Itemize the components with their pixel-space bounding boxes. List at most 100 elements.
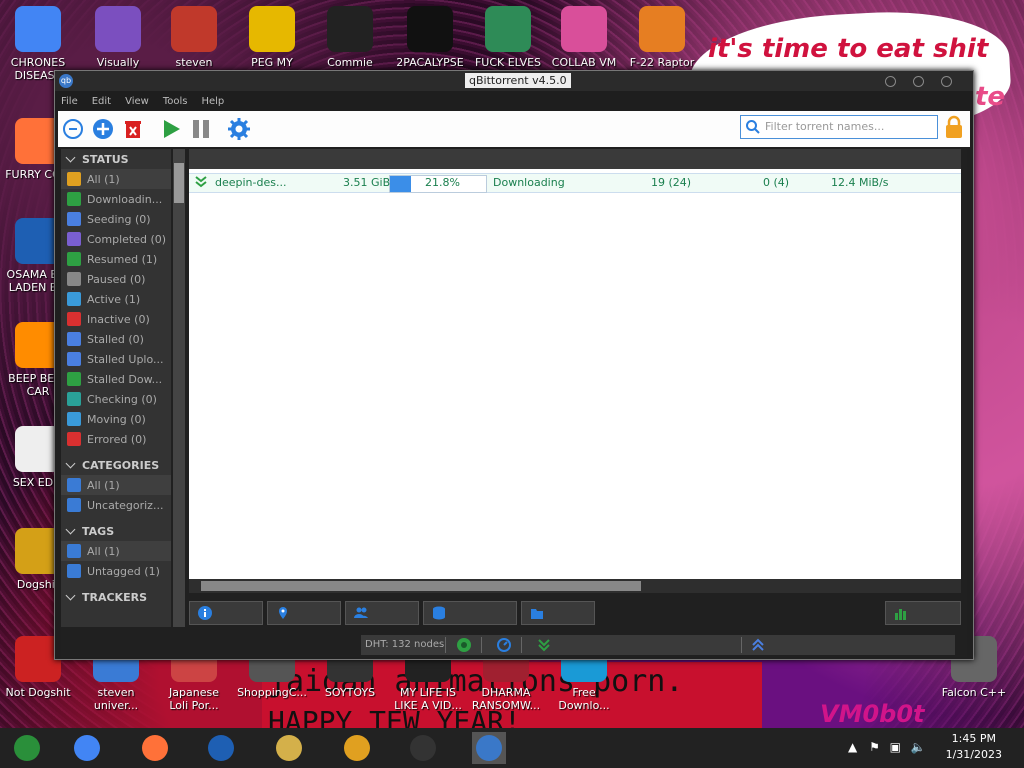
status-filter-item[interactable]: Checking (0) (61, 389, 171, 409)
info-icon (198, 606, 212, 620)
play-icon (67, 252, 81, 266)
hscroll-thumb[interactable] (201, 581, 641, 591)
tab-content[interactable] (521, 601, 595, 625)
volume-icon[interactable]: 🔈 (911, 740, 926, 754)
status-filter-item[interactable]: Paused (0) (61, 269, 171, 289)
status-filter-item[interactable]: Seeding (0) (61, 209, 171, 229)
status-filter-item[interactable]: Active (1) (61, 289, 171, 309)
desktop-icon-label: steven univer... (93, 686, 139, 712)
delete-icon[interactable] (122, 118, 144, 140)
desktop-icon[interactable]: FUCK ELVES (472, 6, 544, 69)
status-filter-item[interactable]: Stalled (0) (61, 329, 171, 349)
torrent-progress-text: 21.8% (425, 176, 460, 189)
close-button[interactable] (941, 76, 952, 87)
desktop-icon[interactable]: Commie (314, 6, 386, 69)
tab-peers[interactable] (345, 601, 419, 625)
status-filter-item[interactable]: All (1) (61, 169, 171, 189)
torrent-row[interactable]: deepin-des... 3.51 GiB 21.8% Downloading 19 … (189, 173, 961, 193)
terminal-icon (410, 735, 436, 761)
category-filter-item[interactable]: Uncategoriz... (61, 495, 171, 515)
speed-limit-icon[interactable] (497, 638, 511, 652)
torrent-filter-input[interactable]: Filter torrent names... (740, 115, 938, 139)
menu-tools[interactable]: Tools (163, 96, 188, 107)
torrent-status: Downloading (493, 176, 565, 189)
gear-icon[interactable] (228, 118, 250, 140)
menu-file[interactable]: File (61, 96, 78, 107)
status-filter-item[interactable]: Resumed (1) (61, 249, 171, 269)
status-filter-item[interactable]: Moving (0) (61, 409, 171, 429)
taskbar-app-button[interactable] (340, 732, 374, 764)
tab-http-sources[interactable] (423, 601, 517, 625)
minimize-button[interactable] (885, 76, 896, 87)
resume-icon[interactable] (160, 118, 182, 140)
tag-icon (67, 564, 81, 578)
peers-icon (354, 607, 368, 618)
desktop-icon-label: ShoppingC... (237, 686, 307, 699)
taskbar-app-button[interactable] (406, 732, 440, 764)
desktop-icon[interactable]: steven (158, 6, 230, 69)
chrome-icon (15, 6, 61, 52)
status-section-header[interactable]: STATUS (61, 149, 171, 169)
maximize-button[interactable] (913, 76, 924, 87)
sidebar-scrollbar[interactable] (173, 149, 185, 627)
qbittorrent-app-icon: qb (59, 74, 73, 88)
torrent-down-speed: 12.4 MiB/s (831, 176, 889, 189)
status-filter-item[interactable]: Stalled Uplo... (61, 349, 171, 369)
categories-section-header[interactable]: CATEGORIES (61, 455, 171, 475)
add-link-icon[interactable] (62, 118, 84, 140)
lock-icon[interactable] (944, 115, 964, 139)
taskbar-app-button[interactable] (138, 732, 172, 764)
clock-date: 1/31/2023 (945, 748, 1002, 761)
taskbar-app-button[interactable] (10, 732, 44, 764)
tag-filter-item[interactable]: Untagged (1) (61, 561, 171, 581)
add-torrent-icon[interactable] (92, 118, 114, 140)
horizontal-scrollbar[interactable] (189, 579, 961, 593)
flag-icon[interactable]: ⚑ (869, 740, 880, 754)
menu-view[interactable]: View (125, 96, 149, 107)
desktop-icon-label: 2PACALYPSE (396, 56, 464, 69)
status-filter-item[interactable]: Inactive (0) (61, 309, 171, 329)
trackers-section-header[interactable]: TRACKERS (61, 587, 171, 607)
inactive-icon (67, 312, 81, 326)
network-icon[interactable]: ▣ (890, 740, 901, 754)
sidebar-scroll-thumb[interactable] (174, 163, 184, 203)
toolbar: Filter torrent names... (58, 111, 970, 147)
status-filter-item[interactable]: Downloadin... (61, 189, 171, 209)
menu-edit[interactable]: Edit (92, 96, 111, 107)
title-bar[interactable]: qb qBittorrent v4.5.0 (55, 71, 973, 91)
tab-speed[interactable] (885, 601, 961, 625)
status-filter-item-label: Stalled Dow... (87, 372, 163, 386)
desktop-icon-label: Commie (327, 56, 373, 69)
status-filter-item[interactable]: Errored (0) (61, 429, 171, 449)
tags-section-header[interactable]: TAGS (61, 521, 171, 541)
terminal-icon (407, 6, 453, 52)
connection-status-icon[interactable] (457, 638, 471, 652)
tab-general[interactable] (189, 601, 263, 625)
chrome-icon (74, 735, 100, 761)
torrent-size: 3.51 GiB (343, 176, 391, 189)
tab-trackers[interactable] (267, 601, 341, 625)
taskbar-app-button[interactable] (70, 732, 104, 764)
desktop-icon[interactable]: COLLAB VM (548, 6, 620, 69)
dht-nodes: DHT: 132 nodes (365, 639, 445, 650)
torrent-list-header[interactable] (189, 149, 961, 169)
desktop-icon[interactable]: 2PACALYPSE (394, 6, 466, 69)
desktop-icon[interactable]: F-22 Raptor (626, 6, 698, 69)
status-filter-item[interactable]: Completed (0) (61, 229, 171, 249)
desktop-icon[interactable]: Visually (82, 6, 154, 69)
taskbar-app-button[interactable] (472, 732, 506, 764)
status-filter-item[interactable]: Stalled Dow... (61, 369, 171, 389)
menu-help[interactable]: Help (201, 96, 224, 107)
desktop-icon-label: Not Dogshit (5, 686, 71, 699)
taskbar-app-button[interactable] (204, 732, 238, 764)
torrent-seeds: 19 (24) (651, 176, 692, 189)
status-filter-item-label: Moving (0) (87, 412, 146, 426)
pause-icon[interactable] (190, 118, 212, 140)
tag-filter-item[interactable]: All (1) (61, 541, 171, 561)
clock[interactable]: 1:45 PM 1/31/2023 (946, 731, 1002, 763)
category-filter-item[interactable]: All (1) (61, 475, 171, 495)
taskbar-app-button[interactable] (272, 732, 306, 764)
menu-bar: File Edit View Tools Help (55, 91, 973, 111)
chevron-up-icon[interactable]: ▲ (848, 740, 857, 754)
taskbar: ▲ ⚑ ▣ 🔈 1:45 PM 1/31/2023 (0, 728, 1024, 768)
